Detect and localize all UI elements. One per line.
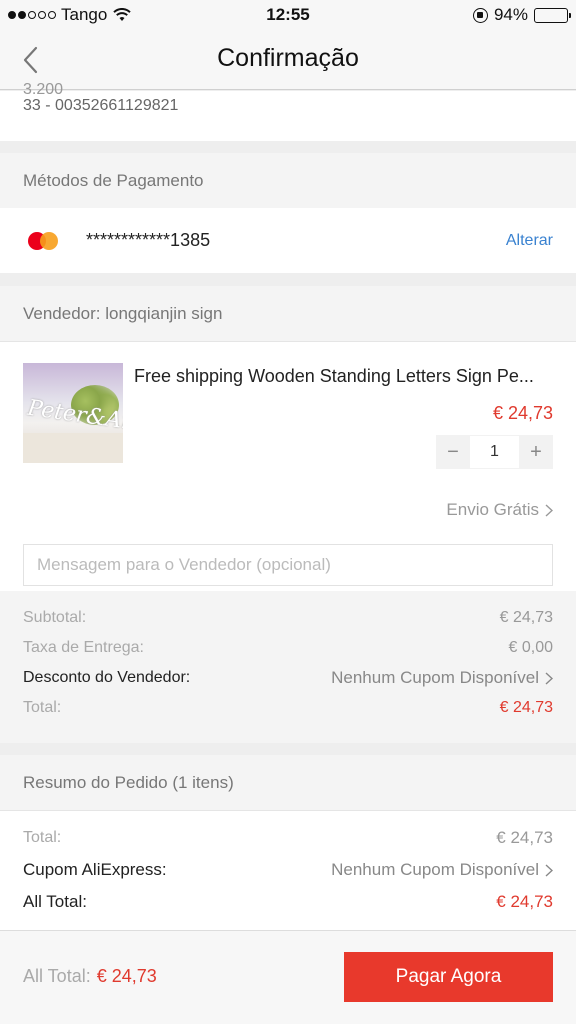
seller-coupon-value: Nenhum Cupom Disponível — [331, 668, 539, 687]
card-number: ************1385 — [86, 230, 211, 250]
order-row-coupon[interactable]: Cupom AliExpress: Nenhum Cupom Disponíve… — [23, 858, 553, 882]
status-right: 94% — [472, 5, 571, 25]
summary-value: € 24,73 — [496, 828, 553, 847]
summary-value: € 24,73 — [499, 609, 553, 626]
chevron-right-icon — [545, 503, 553, 517]
chevron-right-icon — [545, 671, 553, 685]
order-summary-heading: Resumo do Pedido (1 itens) — [0, 755, 576, 810]
aliexpress-coupon-selector[interactable]: Nenhum Cupom Disponível — [331, 860, 553, 880]
status-bar: Tango 12:55 94% — [0, 0, 576, 30]
shipping-option[interactable]: Envio Grátis — [446, 500, 553, 520]
summary-value: € 24,73 — [499, 699, 553, 716]
battery-percent: 94% — [493, 5, 528, 24]
page-title: Confirmação — [217, 44, 359, 72]
bottom-total-amount: € 24,73 — [96, 966, 157, 986]
summary-label: All Total: — [23, 892, 87, 911]
summary-row-subtotal: Subtotal: € 24,73 — [23, 606, 553, 630]
product-title[interactable]: Free shipping Wooden Standing Letters Si… — [134, 366, 559, 387]
payment-methods-heading: Métodos de Pagamento — [0, 153, 576, 208]
bottom-total-label: All Total: — [23, 966, 91, 986]
summary-label: Cupom AliExpress: — [23, 860, 167, 879]
order-row-all-total: All Total: € 24,73 — [23, 890, 553, 914]
mastercard-icon — [28, 232, 58, 250]
rotation-lock-icon — [472, 7, 488, 23]
payment-card-row[interactable]: ************1385 Alterar — [0, 208, 576, 273]
bottom-total: All Total: € 24,73 — [23, 966, 157, 987]
seller-heading: Vendedor: longqianjin sign — [0, 286, 576, 342]
navigation-bar: Confirmação — [0, 30, 576, 90]
chevron-right-icon — [545, 863, 553, 877]
summary-label: Subtotal: — [23, 609, 87, 626]
summary-value: € 24,73 — [496, 892, 553, 911]
summary-value: € 0,00 — [508, 639, 553, 656]
checkout-bar: All Total: € 24,73 Pagar Agora — [0, 930, 576, 1024]
seller-message-input[interactable] — [23, 544, 553, 586]
seller-coupon-selector[interactable]: Nenhum Cupom Disponível — [331, 668, 553, 688]
aliexpress-coupon-value: Nenhum Cupom Disponível — [331, 860, 539, 879]
summary-label: Total: — [23, 829, 62, 846]
address-phone: 33 - 00352661129821 — [23, 97, 179, 114]
quantity-stepper: − 1 + — [436, 435, 553, 469]
seller-summary: Subtotal: € 24,73 Taxa de Entrega: € 0,0… — [0, 591, 576, 743]
summary-label: Total: — [23, 699, 62, 716]
quantity-value[interactable]: 1 — [470, 435, 519, 469]
summary-row-seller-discount[interactable]: Desconto do Vendedor: Nenhum Cupom Dispo… — [23, 666, 553, 690]
increase-quantity-button[interactable]: + — [519, 435, 553, 469]
product-image[interactable]: Peter&Anna — [23, 363, 123, 463]
change-payment-link[interactable]: Alterar — [506, 232, 553, 250]
summary-label: Desconto do Vendedor: — [23, 669, 191, 686]
order-summary: Total: € 24,73 Cupom AliExpress: Nenhum … — [0, 810, 576, 930]
battery-icon — [534, 7, 571, 23]
product-price: € 24,73 — [492, 403, 553, 423]
summary-row-delivery-fee: Taxa de Entrega: € 0,00 — [23, 636, 553, 660]
shipping-label: Envio Grátis — [446, 500, 539, 519]
address-section: 3.200 33 - 00352661129821 — [0, 81, 576, 141]
summary-row-total: Total: € 24,73 — [23, 696, 553, 720]
pay-now-button[interactable]: Pagar Agora — [344, 952, 553, 1002]
decrease-quantity-button[interactable]: − — [436, 435, 470, 469]
summary-label: Taxa de Entrega: — [23, 639, 144, 656]
order-row-total: Total: € 24,73 — [23, 826, 553, 850]
